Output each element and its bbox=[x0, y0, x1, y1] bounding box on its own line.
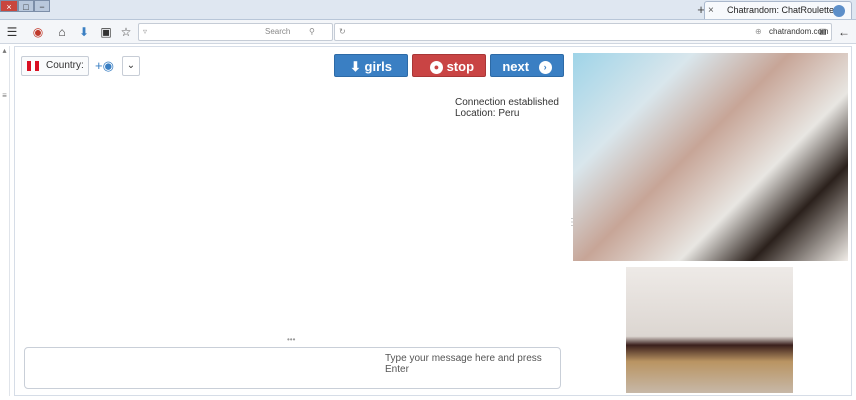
scroll-handle[interactable]: ≡ bbox=[0, 91, 9, 100]
reader-icon[interactable]: ▤ bbox=[819, 24, 827, 40]
back-icon[interactable]: ← bbox=[836, 24, 852, 40]
window-controls: × □ − bbox=[0, 0, 50, 14]
message-input[interactable]: Type your message here and press Enter bbox=[24, 347, 561, 389]
resize-handle[interactable]: ••• bbox=[287, 335, 295, 344]
tab-title: Chatrandom: ChatRoulette... bbox=[727, 5, 842, 15]
title-bar: × □ − + × Chatrandom: ChatRoulette... bbox=[0, 0, 856, 20]
stop-icon: ● bbox=[429, 61, 443, 75]
camera-icon[interactable]: +◉ bbox=[95, 56, 119, 76]
star-icon[interactable]: ☆ bbox=[118, 24, 134, 40]
navigation-bar: ☰ ◉ ⌂ ⬇ ▣ ☆ ▿ ⚲ Search ↻ ⊕ chatrandom.co… bbox=[0, 20, 856, 44]
download-girls-icon: ⬇ bbox=[350, 59, 365, 74]
search-input[interactable]: ▿ ⚲ Search bbox=[138, 23, 333, 41]
url-bar[interactable]: ↻ ⊕ chatrandom.com ▤ bbox=[334, 23, 832, 41]
message-placeholder: Type your message here and press Enter bbox=[385, 353, 542, 375]
site-info-icon[interactable]: ⊕ bbox=[755, 24, 762, 40]
tab-close-icon[interactable]: × bbox=[708, 2, 714, 19]
chat-page: Country: +◉ ⌄ ⬇ girls ● stop next › Conn… bbox=[14, 46, 852, 396]
next-arrow-icon: › bbox=[538, 61, 552, 75]
stop-button[interactable]: ● stop bbox=[412, 54, 486, 77]
next-label: next bbox=[502, 59, 530, 74]
home-icon[interactable]: ⌂ bbox=[54, 24, 70, 40]
menu-icon[interactable]: ☰ bbox=[4, 24, 20, 40]
addon-icon[interactable]: ◉ bbox=[30, 24, 46, 40]
minimize-window-button[interactable]: − bbox=[34, 0, 50, 12]
search-icon: ⚲ bbox=[309, 27, 315, 36]
partner-video bbox=[573, 53, 848, 261]
self-video bbox=[626, 267, 793, 393]
scroll-gutter: ▴ ≡ bbox=[0, 46, 10, 396]
browser-tab[interactable]: × Chatrandom: ChatRoulette... bbox=[704, 1, 852, 19]
close-window-button[interactable]: × bbox=[0, 0, 18, 12]
favicon-icon bbox=[833, 5, 845, 17]
dropdown-icon[interactable]: ▿ bbox=[143, 24, 147, 40]
download-icon[interactable]: ⬇ bbox=[76, 24, 92, 40]
reload-icon[interactable]: ↻ bbox=[339, 24, 346, 40]
search-placeholder: Search bbox=[265, 27, 291, 36]
library-icon[interactable]: ▣ bbox=[98, 24, 114, 40]
maximize-window-button[interactable]: □ bbox=[18, 0, 34, 12]
stop-label: stop bbox=[446, 59, 475, 74]
location-text: Location: Peru bbox=[455, 108, 520, 119]
country-selector[interactable]: Country: bbox=[21, 56, 89, 76]
connection-status: Connection established bbox=[455, 97, 559, 108]
chevron-down-icon[interactable]: ⌄ bbox=[122, 56, 140, 76]
next-button[interactable]: next › bbox=[490, 54, 564, 77]
scroll-up-icon[interactable]: ▴ bbox=[0, 46, 9, 55]
peru-flag-icon bbox=[27, 61, 39, 71]
girls-button[interactable]: ⬇ girls bbox=[334, 54, 408, 77]
girls-label: girls bbox=[364, 59, 392, 74]
country-label: Country: bbox=[46, 60, 84, 71]
connection-info: Connection established Location: Peru bbox=[455, 97, 559, 119]
